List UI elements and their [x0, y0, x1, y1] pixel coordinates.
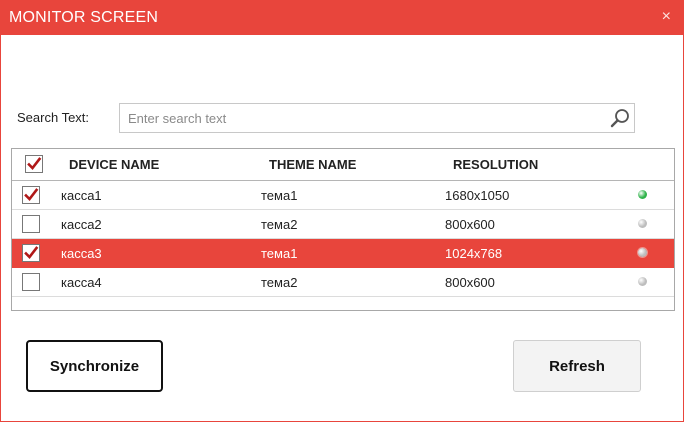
search-label: Search Text:	[17, 110, 90, 125]
row-checkbox[interactable]	[22, 273, 40, 291]
device-grid: DEVICE NAME THEME NAME RESOLUTION касса1…	[11, 148, 675, 311]
synchronize-button[interactable]: Synchronize	[26, 340, 163, 392]
resolution-cell: 1024x768	[445, 246, 503, 261]
column-header-theme-name[interactable]: THEME NAME	[269, 157, 356, 172]
table-row[interactable]: касса1 тема1 1680x1050	[12, 181, 674, 210]
checkmark-icon	[24, 188, 39, 201]
checkmark-icon	[24, 246, 39, 259]
theme-name-cell: тема2	[261, 275, 298, 290]
close-icon[interactable]: ×	[662, 8, 671, 26]
status-dot-icon	[638, 219, 647, 228]
table-row[interactable]: касса4 тема2 800x600	[12, 268, 674, 297]
status-dot-icon	[638, 248, 647, 257]
device-name-cell: касса2	[61, 217, 102, 232]
column-header-device-name[interactable]: DEVICE NAME	[69, 157, 159, 172]
device-name-cell: касса4	[61, 275, 102, 290]
checkmark-icon	[27, 157, 42, 170]
resolution-cell: 1680x1050	[445, 188, 510, 203]
resolution-cell: 800x600	[445, 275, 495, 290]
theme-name-cell: тема1	[261, 246, 298, 261]
title-bar: MONITOR SCREEN ×	[1, 1, 683, 35]
table-row[interactable]: касса2 тема2 800x600	[12, 210, 674, 239]
theme-name-cell: тема1	[261, 188, 298, 203]
status-dot-icon	[638, 277, 647, 286]
refresh-button[interactable]: Refresh	[513, 340, 641, 392]
column-header-resolution[interactable]: RESOLUTION	[453, 157, 538, 172]
row-checkbox[interactable]	[22, 215, 40, 233]
resolution-cell: 800x600	[445, 217, 495, 232]
window-title: MONITOR SCREEN	[9, 9, 159, 26]
device-name-cell: касса3	[61, 246, 102, 261]
search-icon[interactable]	[610, 108, 630, 128]
theme-name-cell: тема2	[261, 217, 298, 232]
table-row[interactable]: касса3 тема1 1024x768	[12, 239, 674, 268]
search-box[interactable]	[119, 103, 635, 133]
status-dot-icon	[638, 190, 647, 199]
row-checkbox[interactable]	[22, 186, 40, 204]
device-name-cell: касса1	[61, 188, 102, 203]
select-all-checkbox[interactable]	[25, 155, 43, 173]
search-input[interactable]	[128, 108, 598, 128]
row-checkbox[interactable]	[22, 244, 40, 262]
monitor-screen-window: MONITOR SCREEN × Search Text: DEVICE NAM…	[0, 0, 684, 422]
grid-header: DEVICE NAME THEME NAME RESOLUTION	[12, 149, 674, 181]
